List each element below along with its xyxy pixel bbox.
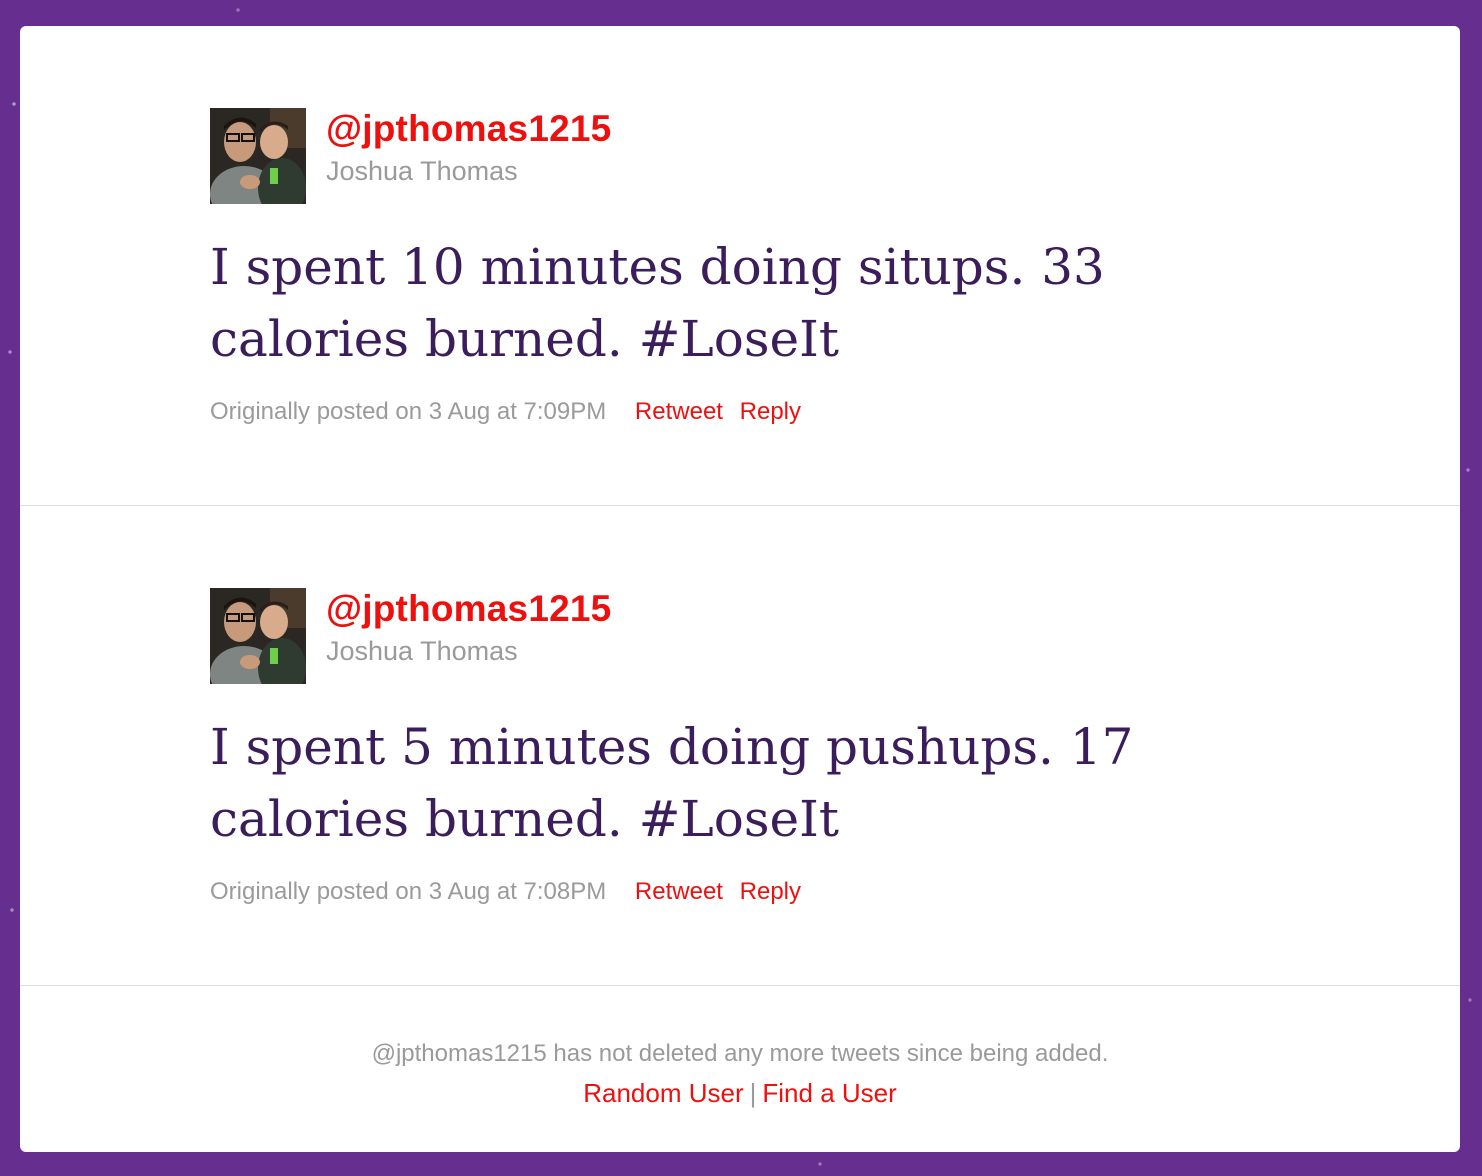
tweet-meta: Originally posted on 3 Aug at 7:09PM Ret…: [210, 398, 801, 426]
retweet-link[interactable]: Retweet: [635, 398, 723, 425]
tweet-meta: Originally posted on 3 Aug at 7:08PM Ret…: [210, 878, 801, 906]
avatar[interactable]: [210, 108, 306, 204]
user-handle-link[interactable]: @jpthomas1215: [326, 588, 611, 630]
tweet-item: @jpthomas1215 Joshua Thomas I spent 5 mi…: [20, 506, 1460, 986]
footer: @jpthomas1215 has not deleted any more t…: [20, 986, 1460, 1109]
retweet-link[interactable]: Retweet: [635, 878, 723, 905]
reply-link[interactable]: Reply: [740, 398, 801, 425]
tweet-text: I spent 5 minutes doing pushups. 17 calo…: [210, 718, 1134, 848]
link-separator: |: [749, 1078, 757, 1108]
posted-timestamp: Originally posted on 3 Aug at 7:09PM: [210, 398, 607, 425]
reply-link[interactable]: Reply: [740, 878, 801, 905]
tweet-text: I spent 10 minutes doing situps. 33 calo…: [210, 238, 1105, 368]
posted-timestamp: Originally posted on 3 Aug at 7:08PM: [210, 878, 607, 905]
find-user-link[interactable]: Find a User: [762, 1078, 896, 1108]
user-avatar-photo-icon: [210, 588, 306, 684]
footer-links: Random User | Find a User: [20, 1078, 1460, 1109]
random-user-link[interactable]: Random User: [583, 1078, 743, 1108]
tweet-item: @jpthomas1215 Joshua Thomas I spent 10 m…: [20, 26, 1460, 506]
avatar[interactable]: [210, 588, 306, 684]
user-full-name: Joshua Thomas: [326, 156, 518, 186]
no-more-tweets-message: @jpthomas1215 has not deleted any more t…: [371, 1040, 1109, 1067]
user-avatar-photo-icon: [210, 108, 306, 204]
user-full-name: Joshua Thomas: [326, 636, 518, 666]
deleted-tweets-card: @jpthomas1215 Joshua Thomas I spent 10 m…: [20, 26, 1460, 1152]
user-handle-link[interactable]: @jpthomas1215: [326, 108, 611, 150]
